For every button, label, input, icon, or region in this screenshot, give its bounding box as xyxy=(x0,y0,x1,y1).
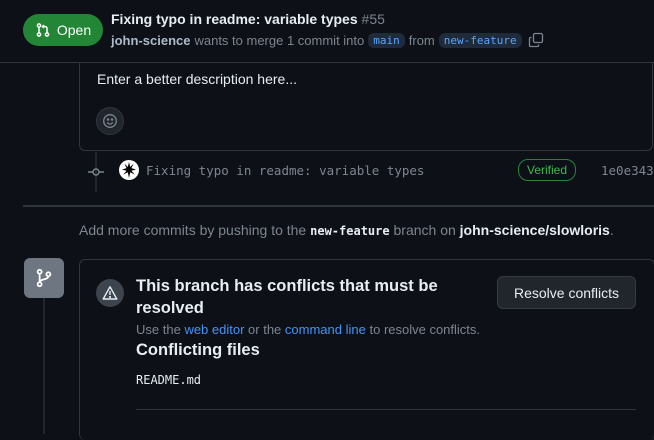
web-editor-link[interactable]: web editor xyxy=(184,322,244,337)
smiley-icon xyxy=(103,114,117,128)
conflicting-files-heading: Conflicting files xyxy=(136,341,260,359)
alert-icon xyxy=(102,286,118,300)
base-branch-tag[interactable]: main xyxy=(368,32,405,48)
pr-status-badge: Open xyxy=(23,14,103,46)
resolve-conflicts-button[interactable]: Resolve conflicts xyxy=(497,276,636,309)
pr-merge-text: wants to merge 1 commit into xyxy=(194,32,365,48)
copy-icon[interactable] xyxy=(528,32,544,48)
pr-title-text: Fixing typo in readme: variable types xyxy=(111,11,358,27)
conflict-sub-prefix: Use the xyxy=(136,322,181,337)
pr-header: Open Fixing typo in readme: variable typ… xyxy=(0,0,654,63)
warning-badge xyxy=(96,279,124,307)
conflict-subtitle: Use the web editor or the command line t… xyxy=(136,322,480,337)
conflict-sub-middle: or the xyxy=(248,322,282,337)
pr-from-text: from xyxy=(408,32,435,48)
push-hint-repo-link[interactable]: john-science/slowloris xyxy=(460,222,610,238)
pr-description-text: Enter a better description here... xyxy=(97,71,297,87)
files-divider xyxy=(136,409,636,410)
push-hint: Add more commits by pushing to the new-f… xyxy=(79,222,614,238)
push-hint-prefix: Add more commits by pushing to the xyxy=(79,222,307,238)
merge-status-icon-box xyxy=(24,258,64,298)
merge-timeline-line xyxy=(43,298,45,434)
push-hint-middle: branch on xyxy=(393,222,456,238)
git-pull-request-icon xyxy=(36,23,50,37)
merge-conflict-panel: This branch has conflicts that must be r… xyxy=(79,259,654,440)
git-commit-icon xyxy=(88,168,104,176)
commit-author-avatar[interactable] xyxy=(119,160,139,180)
conflicting-file-item: README.md xyxy=(136,373,202,387)
pr-author-link[interactable]: john-science xyxy=(111,33,190,48)
pr-title: Fixing typo in readme: variable types #5… xyxy=(111,11,385,27)
avatar-icon xyxy=(122,162,136,178)
command-line-link[interactable]: command line xyxy=(285,322,366,337)
timeline-divider xyxy=(23,205,654,207)
git-branch-icon xyxy=(36,268,52,288)
pr-number: #55 xyxy=(361,11,385,27)
pr-meta: john-science wants to merge 1 commit int… xyxy=(111,32,544,48)
conflict-sub-suffix: to resolve conflicts. xyxy=(369,322,481,337)
verified-badge[interactable]: Verified xyxy=(518,159,577,181)
push-hint-suffix: . xyxy=(609,222,614,238)
push-hint-branch: new-feature xyxy=(310,224,390,238)
conflict-title: This branch has conflicts that must be r… xyxy=(136,277,438,317)
commit-message-link[interactable]: Fixing typo in readme: variable types xyxy=(146,163,424,178)
commit-sha-link[interactable]: 1e0e343 xyxy=(601,163,654,178)
pr-status-label: Open xyxy=(56,22,92,38)
pr-description-box: Enter a better description here... xyxy=(79,62,653,151)
add-reaction-button[interactable] xyxy=(96,107,124,135)
head-branch-tag[interactable]: new-feature xyxy=(438,32,522,48)
